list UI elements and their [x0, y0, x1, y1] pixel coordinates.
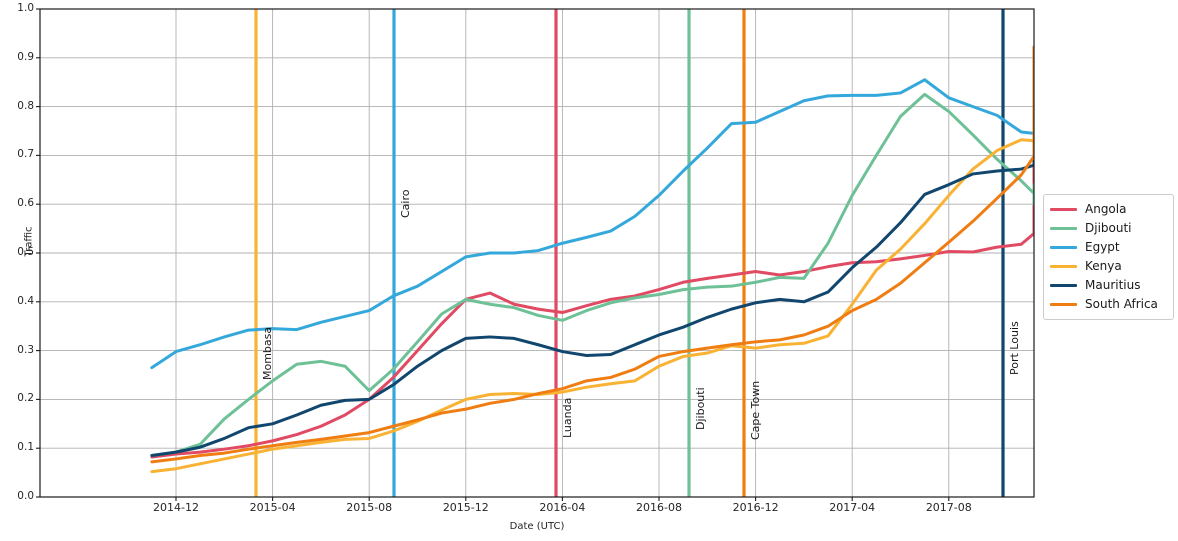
legend-item-egypt[interactable]: Egypt	[1050, 238, 1167, 257]
legend-color-swatch	[1050, 303, 1077, 306]
legend[interactable]: Angola Djibouti Egypt Kenya Mauritius South A…	[1043, 194, 1174, 320]
y-tick-label: 0.0	[17, 490, 34, 502]
legend-color-swatch	[1050, 265, 1077, 268]
x-tick-label: 2015-08	[346, 501, 393, 514]
annotation-label: Mombasa	[261, 326, 274, 380]
y-tick-label: 1.0	[17, 2, 34, 14]
x-tick-label: 2014-12	[153, 501, 199, 514]
x-tick-label: 2015-12	[442, 501, 489, 514]
legend-item-label: Kenya	[1085, 259, 1122, 273]
legend-item-angola[interactable]: Angola	[1050, 200, 1167, 219]
y-tick-label: 0.2	[17, 392, 34, 405]
y-tick-label: 0.8	[17, 99, 34, 112]
legend-color-swatch	[1050, 208, 1077, 211]
y-tick-label: 0.4	[17, 294, 34, 307]
traffic-line-chart	[0, 0, 1178, 541]
x-axis-label: Date (UTC)	[509, 521, 565, 532]
legend-item-label: Egypt	[1085, 240, 1120, 254]
legend-item-label: Mauritius	[1085, 278, 1141, 292]
legend-item-label: Angola	[1085, 202, 1127, 216]
x-tick-label: 2017-04	[829, 501, 876, 514]
legend-color-swatch	[1050, 284, 1077, 287]
y-tick-label: 0.3	[17, 343, 34, 356]
y-tick-label: 0.7	[17, 148, 34, 161]
legend-item-mauritius[interactable]: Mauritius	[1050, 276, 1167, 295]
x-tick-label: 2017-08	[925, 501, 972, 514]
x-tick-label: 2015-04	[249, 501, 296, 514]
legend-item-kenya[interactable]: Kenya	[1050, 257, 1167, 276]
y-axis-label: Traffic	[23, 226, 35, 257]
annotation-label: Cape Town	[749, 380, 762, 440]
legend-item-label: South Africa	[1085, 297, 1158, 311]
y-tick-label: 0.1	[17, 441, 34, 454]
y-tick-label: 0.9	[17, 50, 34, 63]
legend-color-swatch	[1050, 227, 1077, 230]
y-tick-label: 0.5	[17, 246, 34, 258]
legend-color-swatch	[1050, 246, 1077, 249]
legend-item-label: Djibouti	[1085, 221, 1132, 235]
chart-root: Traffic Date (UTC) 0.0 0.1 0.2 0.3 0.4 0.5 0.6…	[0, 0, 1178, 541]
legend-item-djibouti[interactable]: Djibouti	[1050, 219, 1167, 238]
x-tick-label: 2016-12	[732, 501, 779, 514]
annotation-label: Djibouti	[694, 387, 707, 430]
x-tick-label: 2016-04	[539, 501, 586, 514]
annotation-label: Cairo	[399, 189, 412, 219]
annotation-label: Port Louis	[1008, 321, 1021, 375]
annotation-label: Luanda	[561, 397, 574, 438]
y-tick-label: 0.6	[17, 197, 34, 210]
x-tick-label: 2016-08	[636, 501, 682, 514]
legend-item-south-africa[interactable]: South Africa	[1050, 295, 1167, 314]
